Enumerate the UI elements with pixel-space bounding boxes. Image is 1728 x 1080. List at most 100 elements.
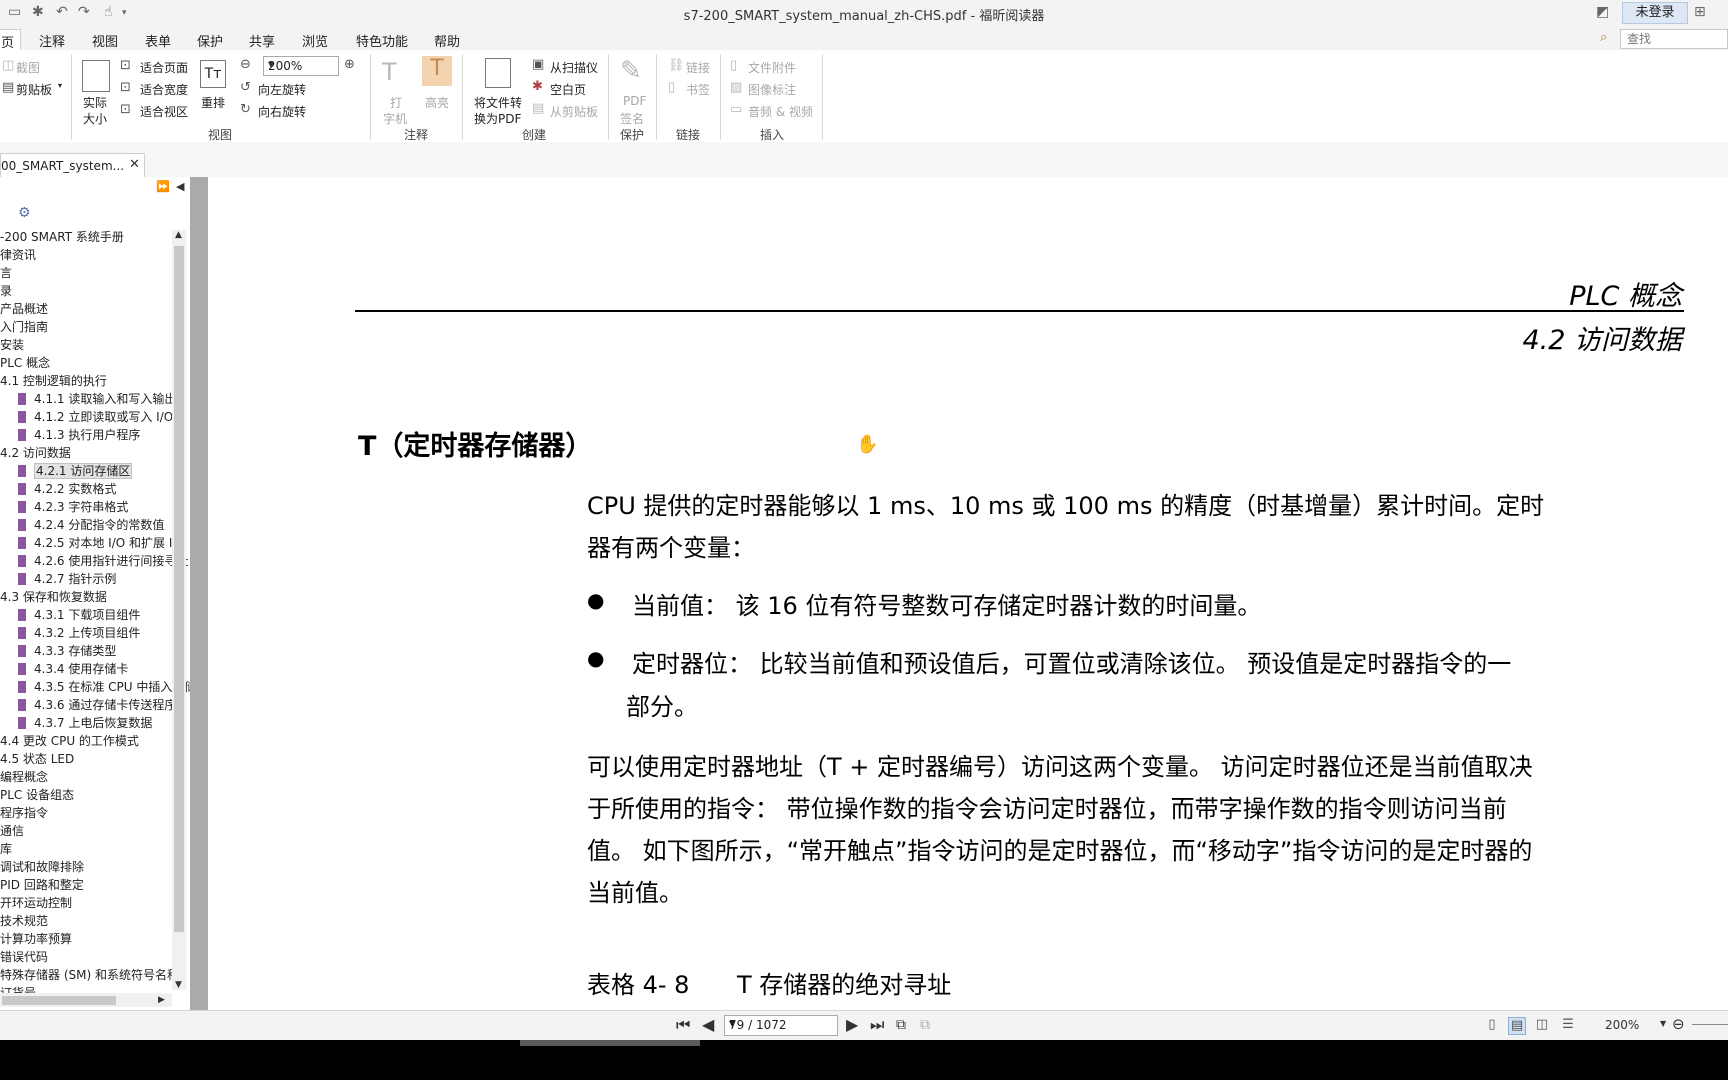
actual-size-label-1[interactable]: 实际	[83, 94, 107, 111]
screenshot-button[interactable]: 截图	[16, 59, 40, 76]
bookmark-item[interactable]: 4.3.7 上电后恢复数据	[18, 714, 152, 731]
last-page-icon[interactable]: ⏭	[870, 1015, 884, 1035]
bookmark-item[interactable]: 言	[0, 264, 12, 281]
bookmark-item[interactable]: 开环运动控制	[0, 894, 72, 911]
bookmark-item[interactable]: 通信	[0, 822, 24, 839]
bookmark-button[interactable]: 书签	[686, 81, 710, 98]
scroll-down-icon[interactable]: ▼	[175, 980, 182, 990]
bookmark-hscroll-thumb[interactable]	[2, 996, 116, 1005]
rotate-left-button[interactable]: 向左旋转	[258, 81, 306, 98]
bookmark-item[interactable]: 库	[0, 840, 12, 857]
status-zoom-out-icon[interactable]: ⊖	[1672, 1015, 1685, 1033]
audio-video-button[interactable]: 音频 & 视频	[748, 103, 813, 120]
bookmark-item[interactable]: 入门指南	[0, 318, 48, 335]
bookmark-item[interactable]: 4.2.1 访问存储区	[18, 462, 133, 479]
search-box[interactable]	[1620, 29, 1728, 49]
typewriter-label-2[interactable]: 字机	[383, 110, 407, 127]
taskbar-item[interactable]	[520, 1040, 700, 1046]
bookmark-item[interactable]: 产品概述	[0, 300, 48, 317]
single-page-icon[interactable]: ▯	[1484, 1017, 1500, 1033]
bookmark-item[interactable]: -200 SMART 系统手册	[0, 228, 124, 245]
bookmark-item[interactable]: 4.4 更改 CPU 的工作模式	[0, 732, 139, 749]
menu-view[interactable]: 视图	[92, 31, 118, 50]
bookmark-item[interactable]: PID 回路和整定	[0, 876, 84, 893]
typewriter-label-1[interactable]: 打	[390, 94, 402, 111]
fit-visible-button[interactable]: 适合视区	[140, 103, 188, 120]
bookmark-item[interactable]: 4.3.2 上传项目组件	[18, 624, 140, 641]
zoom-slider[interactable]	[1692, 1024, 1728, 1025]
continuous-facing-icon[interactable]: ☰	[1560, 1017, 1576, 1033]
bookmark-item[interactable]: PLC 设备组态	[0, 786, 74, 803]
bookmark-item[interactable]: 4.3.3 存储类型	[18, 642, 116, 659]
rotate-right-button[interactable]: 向右旋转	[258, 103, 306, 120]
menu-browse[interactable]: 浏览	[302, 31, 328, 50]
close-tab-icon[interactable]: ✕	[129, 157, 140, 172]
bookmark-item[interactable]: PLC 概念	[0, 354, 50, 371]
bookmark-item[interactable]: 4.2.7 指针示例	[18, 570, 116, 587]
from-clipboard-button[interactable]: 从剪贴板	[550, 103, 598, 120]
bookmark-item[interactable]: 4.2 访问数据	[0, 444, 71, 461]
bookmark-item[interactable]: 4.1.1 读取输入和写入输出	[18, 390, 176, 407]
bookmark-item[interactable]: 4.3.5 在标准 CPU 中插入存储	[18, 678, 196, 695]
scroll-up-icon[interactable]: ▲	[175, 230, 182, 240]
next-page-icon[interactable]: ▶	[846, 1015, 858, 1034]
from-scanner-button[interactable]: 从扫描仪	[550, 59, 598, 76]
first-page-icon[interactable]: ⏮	[676, 1015, 690, 1035]
document-tab[interactable]: 00_SMART_system... ✕	[0, 153, 145, 178]
page-number-input[interactable]: 79 / 1072 ▼	[724, 1015, 838, 1036]
bookmark-item[interactable]: 4.1.2 立即读取或写入 I/O	[18, 408, 173, 425]
bookmark-item[interactable]: 4.2.6 使用指针进行间接寻址	[18, 552, 188, 569]
panel-splitter[interactable]	[190, 177, 208, 1010]
previous-view-icon[interactable]: ⧉	[896, 1017, 906, 1033]
bookmark-item[interactable]: 编程概念	[0, 768, 48, 785]
menu-help[interactable]: 帮助	[434, 31, 460, 50]
bookmark-item[interactable]: 4.1.3 执行用户程序	[18, 426, 140, 443]
menu-comment[interactable]: 注释	[39, 31, 65, 50]
pdf-sign-label-1[interactable]: PDF	[623, 94, 646, 108]
convert-label-1[interactable]: 将文件转	[474, 94, 522, 111]
bookmark-item[interactable]: 4.1 控制逻辑的执行	[0, 372, 107, 389]
bookmark-item[interactable]: 4.2.3 字符串格式	[18, 498, 128, 515]
bookmark-item[interactable]: 律资讯	[0, 246, 36, 263]
fit-width-button[interactable]: 适合宽度	[140, 81, 188, 98]
bookmark-item[interactable]: 安装	[0, 336, 24, 353]
bookmark-item[interactable]: 4.2.5 对本地 I/O 和扩展 I/O	[18, 534, 186, 551]
blank-page-button[interactable]: 空白页	[550, 81, 586, 98]
bookmark-item[interactable]: 技术规范	[0, 912, 48, 929]
menu-form[interactable]: 表单	[145, 31, 171, 50]
collapse-panel-icon[interactable]: ◀	[176, 180, 184, 193]
next-view-icon[interactable]: ⧉	[920, 1017, 930, 1033]
bookmark-item[interactable]: 录	[0, 282, 12, 299]
bookmark-item[interactable]: 特殊存储器 (SM) 和系统符号名称	[0, 966, 179, 983]
login-button[interactable]: 未登录	[1622, 2, 1688, 24]
bookmark-scroll-thumb[interactable]	[174, 246, 184, 932]
pdf-sign-label-2[interactable]: 签名	[620, 110, 644, 127]
zoom-select[interactable]: 200% ▼	[263, 56, 339, 76]
convert-label-2[interactable]: 换为PDF	[474, 110, 521, 127]
bookmark-item[interactable]: 4.3.6 通过存储卡传送程序	[18, 696, 176, 713]
zoom-in-icon[interactable]: ⊕	[344, 57, 355, 72]
bookmark-item[interactable]: 4.5 状态 LED	[0, 750, 74, 767]
bookmark-item[interactable]: 4.3.1 下载项目组件	[18, 606, 140, 623]
bookmark-item[interactable]: 错误代码	[0, 948, 48, 965]
bookmark-item[interactable]: 计算功率预算	[0, 930, 72, 947]
page-dropdown-icon[interactable]: ▼	[729, 1019, 833, 1028]
facing-pages-icon[interactable]: ◫	[1534, 1017, 1550, 1033]
menu-features[interactable]: 特色功能	[356, 31, 408, 50]
bookmark-item[interactable]: 4.3.4 使用存储卡	[18, 660, 128, 677]
continuous-page-icon[interactable]: ▤	[1508, 1017, 1526, 1035]
highlight-button[interactable]: 高亮	[425, 94, 449, 111]
fit-page-button[interactable]: 适合页面	[140, 59, 188, 76]
bookmark-item[interactable]: 4.2.4 分配指令的常数值	[18, 516, 164, 533]
search-input[interactable]	[1625, 31, 1728, 47]
link-button[interactable]: 链接	[686, 59, 710, 76]
bookmark-item[interactable]: 4.2.2 实数格式	[18, 480, 116, 497]
previous-page-icon[interactable]: ◀	[702, 1015, 714, 1034]
clipboard-button[interactable]: 剪贴板	[16, 81, 52, 98]
image-annotation-button[interactable]: 图像标注	[748, 81, 796, 98]
bookmark-options-icon[interactable]: ⚙	[18, 205, 31, 221]
file-attachment-button[interactable]: 文件附件	[748, 59, 796, 76]
bookmark-item[interactable]: 4.3 保存和恢复数据	[0, 588, 107, 605]
scroll-right-icon[interactable]: ▶	[158, 995, 165, 1005]
bookmark-item[interactable]: 程序指令	[0, 804, 48, 821]
